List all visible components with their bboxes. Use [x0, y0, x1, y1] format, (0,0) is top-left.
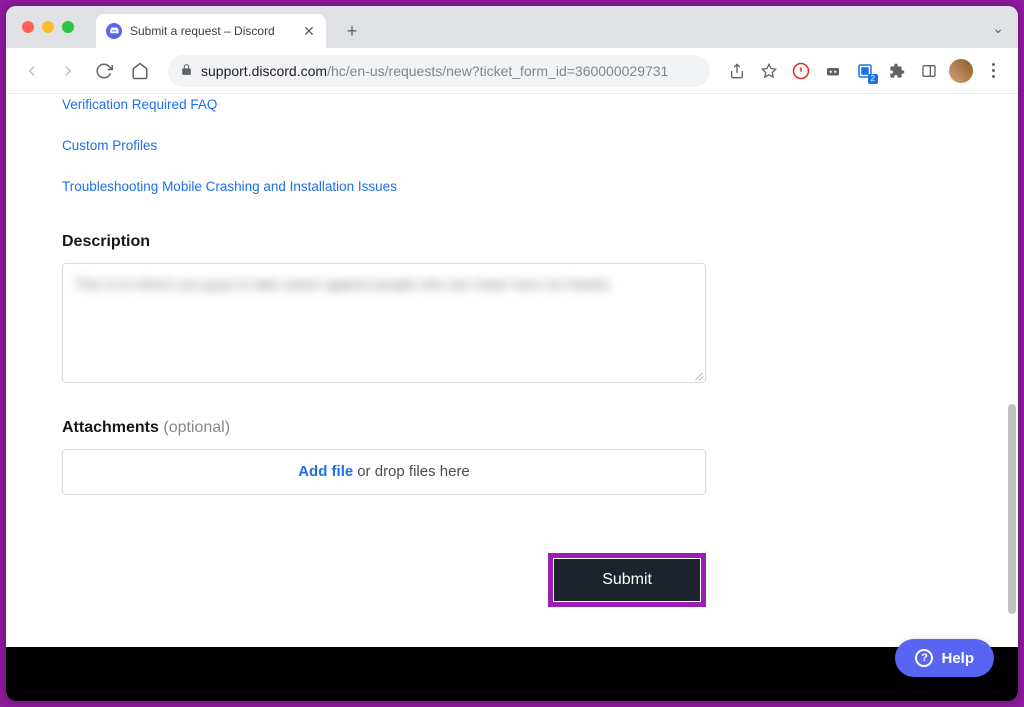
faq-link-troubleshooting[interactable]: Troubleshooting Mobile Crashing and Inst… — [62, 178, 962, 197]
window-controls — [22, 21, 74, 33]
extension-3-icon[interactable]: 2 — [852, 58, 878, 84]
profile-avatar[interactable] — [948, 58, 974, 84]
submit-button[interactable]: Submit — [554, 559, 700, 601]
extensions-puzzle-button[interactable] — [884, 58, 910, 84]
minimize-window-button[interactable] — [42, 21, 54, 33]
forward-button[interactable] — [54, 57, 82, 85]
attachments-label: Attachments (optional) — [62, 419, 962, 437]
extension-2-icon[interactable] — [820, 58, 846, 84]
reload-button[interactable] — [90, 57, 118, 85]
close-window-button[interactable] — [22, 21, 34, 33]
faq-link-verification[interactable]: Verification Required FAQ — [62, 96, 962, 115]
description-textarea[interactable]: This is to inform you guys to take actio… — [62, 263, 706, 383]
home-button[interactable] — [126, 57, 154, 85]
extension-1-icon[interactable] — [788, 58, 814, 84]
browser-window: Submit a request – Discord ✕ + ⌄ support… — [6, 6, 1018, 701]
help-question-icon: ? — [915, 649, 933, 667]
tabs-dropdown-button[interactable]: ⌄ — [992, 20, 1004, 37]
back-button[interactable] — [18, 57, 46, 85]
scrollbar-thumb[interactable] — [1008, 404, 1016, 614]
resize-handle[interactable] — [691, 368, 703, 380]
help-widget-button[interactable]: ? Help — [895, 639, 994, 677]
lock-icon — [180, 63, 193, 79]
file-drop-zone[interactable]: Add file or drop files here — [62, 449, 706, 495]
description-label: Description — [62, 233, 962, 251]
browser-tab[interactable]: Submit a request – Discord ✕ — [96, 14, 326, 48]
browser-menu-button[interactable] — [980, 58, 1006, 84]
url-field[interactable]: support.discord.com/hc/en-us/requests/ne… — [168, 55, 710, 87]
discord-favicon — [106, 23, 122, 39]
page-footer — [6, 647, 1018, 701]
add-file-link[interactable]: Add file — [298, 463, 353, 480]
sidepanel-button[interactable] — [916, 58, 942, 84]
submit-highlight: Submit — [548, 553, 706, 607]
url-text: support.discord.com/hc/en-us/requests/ne… — [201, 63, 668, 79]
address-bar: support.discord.com/hc/en-us/requests/ne… — [6, 48, 1018, 94]
tab-close-button[interactable]: ✕ — [302, 24, 316, 38]
page-content: Verification Required FAQ Custom Profile… — [6, 94, 1018, 701]
drop-files-text: or drop files here — [357, 463, 470, 480]
faq-link-profiles[interactable]: Custom Profiles — [62, 137, 962, 156]
share-button[interactable] — [724, 58, 750, 84]
new-tab-button[interactable]: + — [338, 17, 366, 45]
maximize-window-button[interactable] — [62, 21, 74, 33]
tab-title: Submit a request – Discord — [130, 24, 294, 38]
scrollbar[interactable] — [1006, 94, 1018, 701]
toolbar-icons: 2 — [724, 58, 1006, 84]
bookmark-star-button[interactable] — [756, 58, 782, 84]
description-value: This is to inform you guys to take actio… — [75, 276, 693, 292]
help-label: Help — [941, 650, 974, 667]
tab-bar: Submit a request – Discord ✕ + ⌄ — [6, 6, 1018, 48]
